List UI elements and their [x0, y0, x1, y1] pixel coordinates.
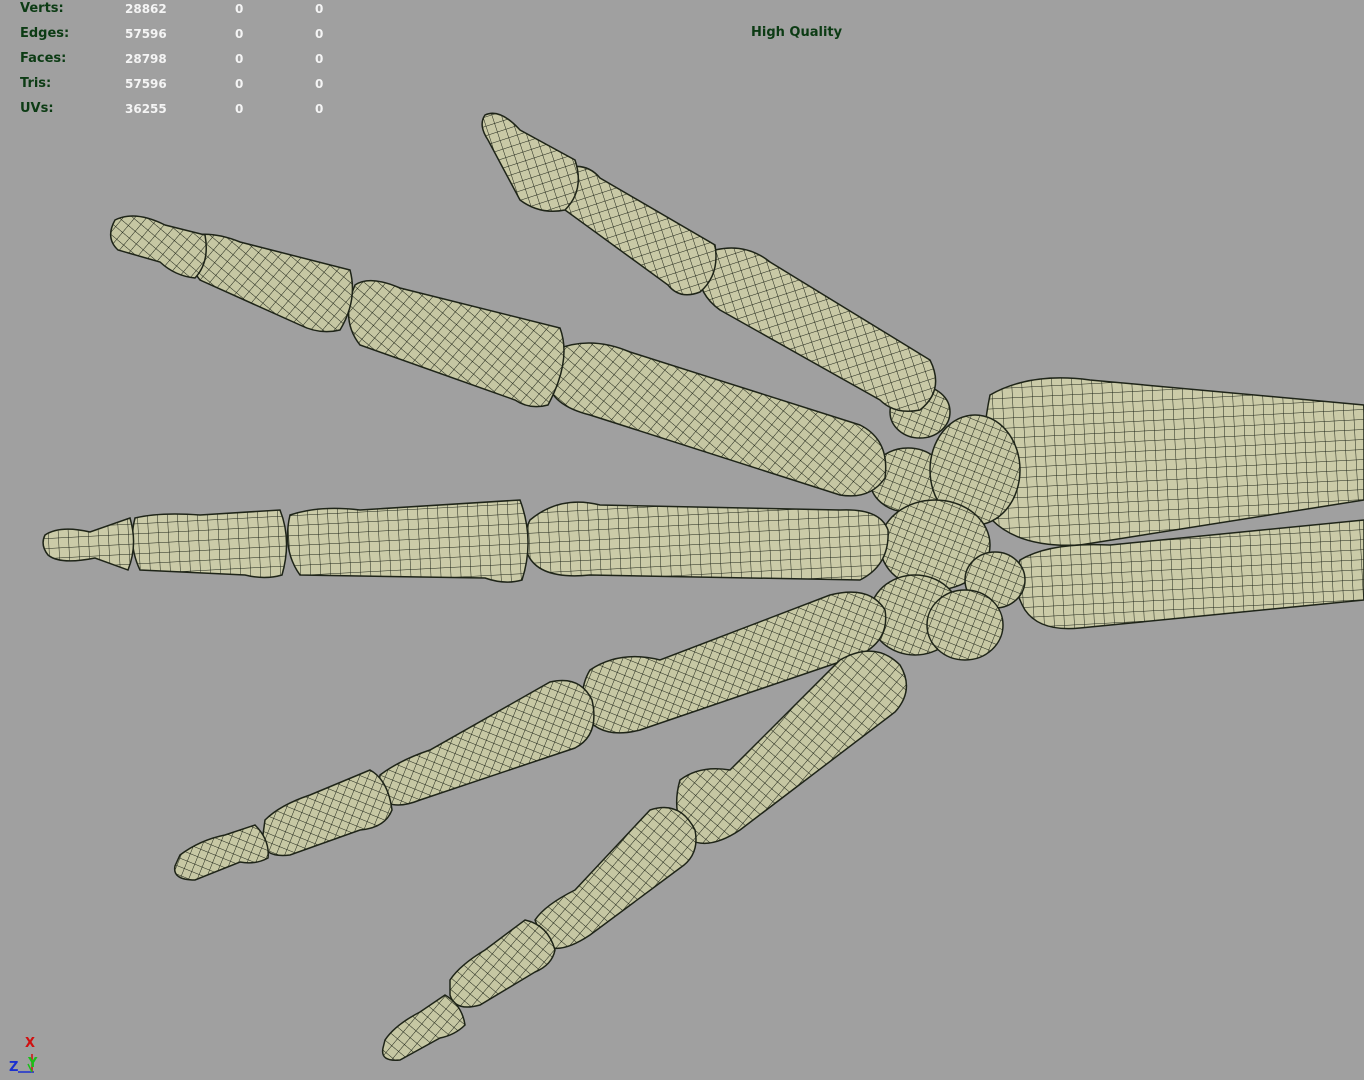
hud-label: Edges: [20, 26, 70, 41]
hud-value: 0 [235, 102, 244, 116]
hud-value: 0 [235, 52, 244, 66]
hud-label: Verts: [20, 1, 64, 16]
hud-value: 0 [315, 52, 324, 66]
index-finger-bones [109, 215, 887, 497]
hud-label: UVs: [20, 101, 54, 116]
hud-label: Tris: [20, 76, 52, 91]
hud-value: 36255 [125, 102, 167, 116]
hud-value: 0 [315, 102, 324, 116]
axis-x-label: X [25, 1036, 36, 1051]
hud-value: 28798 [125, 52, 167, 66]
hud-value: 0 [315, 27, 324, 41]
hud-value: 0 [315, 77, 324, 91]
hud-value: 57596 [125, 27, 167, 41]
render-quality-label: High Quality [751, 25, 843, 40]
axis-z-label: Z [9, 1060, 19, 1075]
middle-finger-bones [42, 499, 889, 583]
axis-gizmo: X Y Z [6, 1036, 46, 1076]
hud-label: Faces: [20, 51, 67, 66]
hand-skeleton-model[interactable] [0, 0, 1364, 1080]
hud-value: 0 [315, 2, 324, 16]
3d-viewport[interactable]: Verts: 28862 0 0 Edges: 57596 0 0 Faces:… [0, 0, 1364, 1080]
hud-value: 28862 [125, 2, 167, 16]
axis-y-label: Y [28, 1056, 38, 1071]
hud-value: 57596 [125, 77, 167, 91]
radius-bone [982, 377, 1364, 547]
hud-value: 0 [235, 2, 244, 16]
hud-value: 0 [235, 77, 244, 91]
hud-value: 0 [235, 27, 244, 41]
